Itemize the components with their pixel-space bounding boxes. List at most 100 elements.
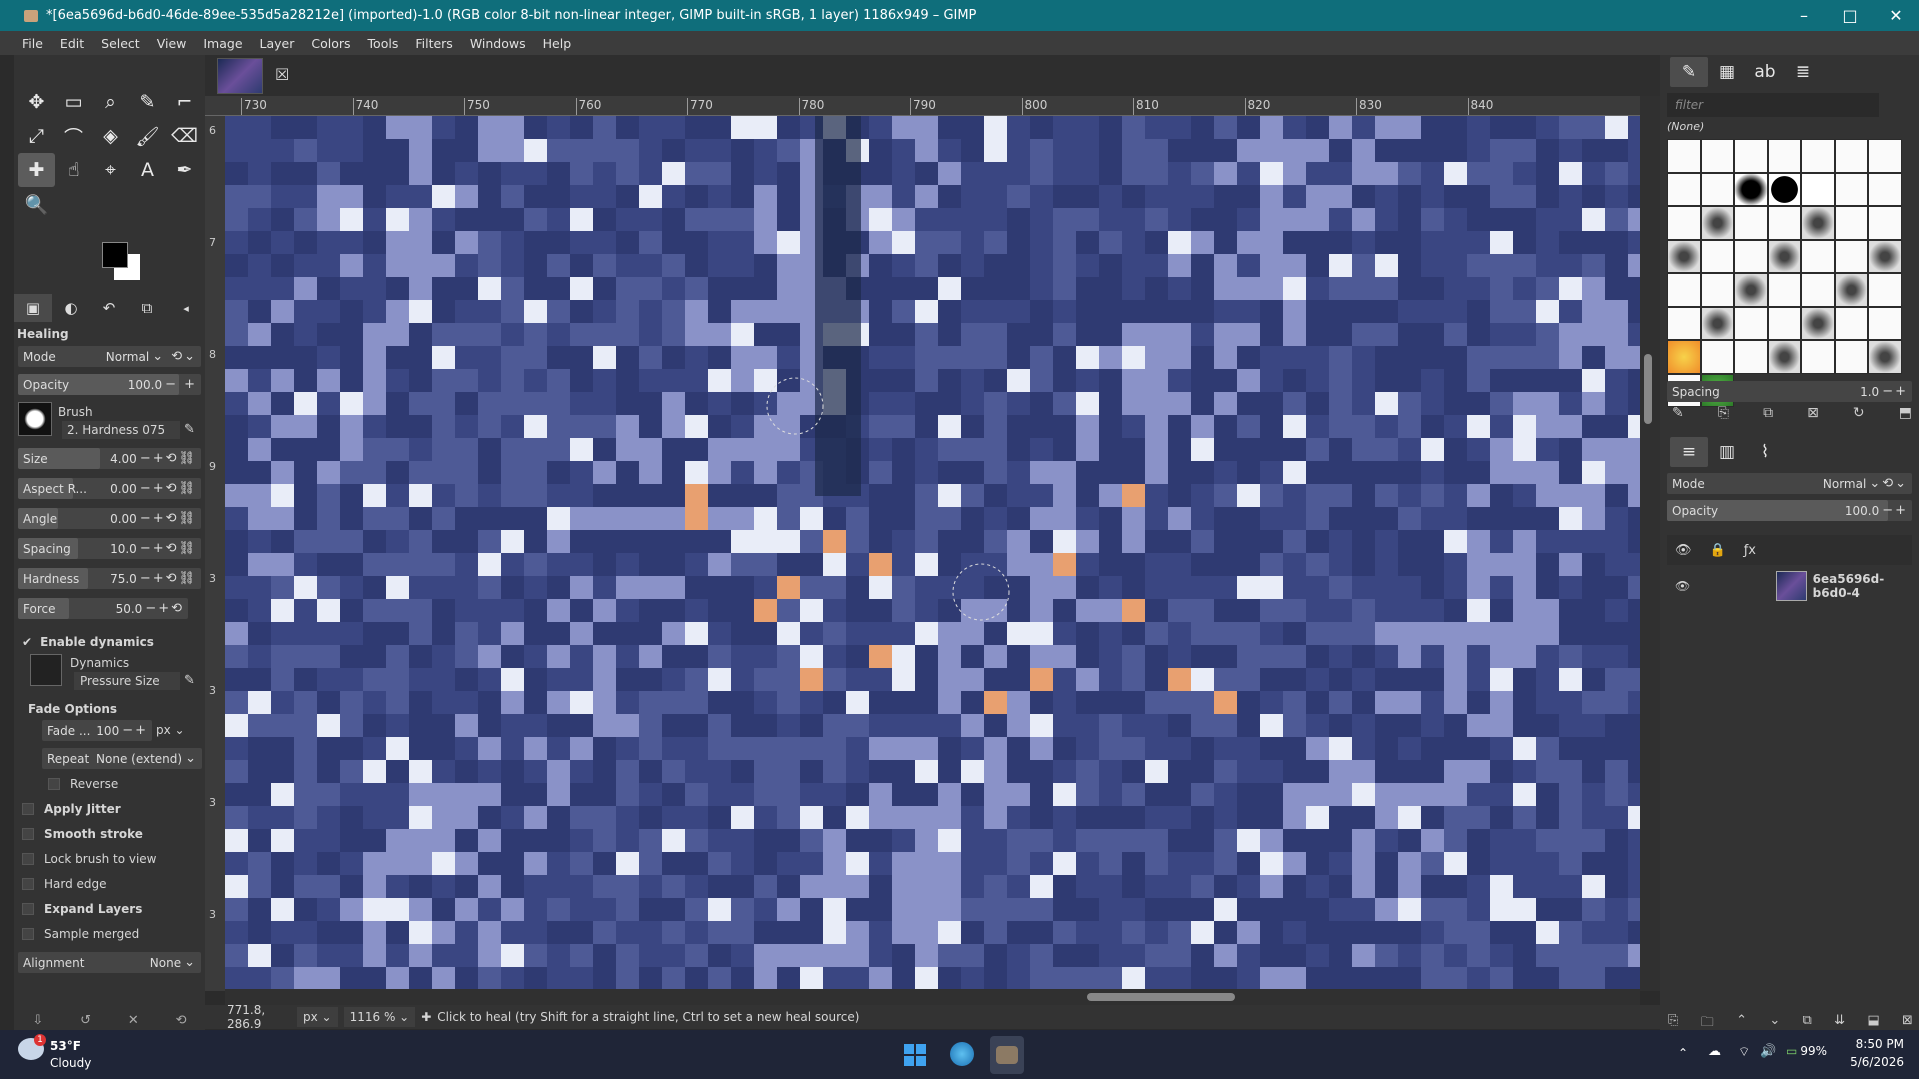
brush-swatch[interactable]: [1700, 206, 1734, 240]
menu-colors[interactable]: Colors: [311, 36, 350, 51]
hardness-slider[interactable]: Hardness 75.0 −+⟲⛓: [18, 568, 201, 589]
dynamics-preview-icon[interactable]: [30, 654, 62, 686]
warp-icon[interactable]: ⌒: [55, 119, 92, 153]
text-tool-icon[interactable]: A: [129, 153, 166, 187]
edit-brush-action-icon[interactable]: ✎: [1672, 405, 1684, 421]
new-brush-icon[interactable]: ⎘: [1718, 405, 1729, 421]
brush-swatch[interactable]: [1801, 172, 1835, 206]
menu-filters[interactable]: Filters: [415, 36, 452, 51]
spacing-slider[interactable]: Spacing 10.0 −+⟲⛓: [18, 538, 201, 559]
patterns-tab-icon[interactable]: ▦: [1708, 62, 1746, 82]
menu-edit[interactable]: Edit: [60, 36, 84, 51]
undo-history-tab-icon[interactable]: ↶: [90, 299, 128, 317]
eraser-icon[interactable]: ⌫: [166, 119, 203, 153]
close-button[interactable]: ✕: [1873, 0, 1919, 31]
brush-swatch[interactable]: [1868, 340, 1902, 374]
brushes-tab-icon[interactable]: ✎: [1670, 57, 1708, 87]
brush-swatch[interactable]: [1801, 306, 1835, 340]
brush-swatch[interactable]: [1767, 306, 1801, 340]
layer-mode-select[interactable]: Mode Normal ⌄⟲⌄: [1667, 473, 1912, 494]
weather-temp[interactable]: 53°F: [50, 1039, 81, 1053]
layers-tab-icon[interactable]: ≡: [1670, 437, 1708, 467]
opacity-slider[interactable]: Opacity 100.0 − +: [18, 374, 201, 395]
brush-swatch[interactable]: [1801, 239, 1835, 273]
expand-layers-checkbox[interactable]: Expand Layers: [22, 902, 142, 916]
brush-swatch[interactable]: [1700, 306, 1734, 340]
restore-options-icon[interactable]: ↺: [80, 1013, 91, 1029]
brush-swatch[interactable]: [1834, 139, 1868, 173]
weather-desc[interactable]: Cloudy: [50, 1056, 91, 1070]
brush-swatch[interactable]: [1767, 172, 1801, 206]
menu-layer[interactable]: Layer: [260, 36, 295, 51]
gimp-taskbar-icon[interactable]: [990, 1036, 1024, 1074]
crop-icon[interactable]: ⌐: [166, 85, 203, 119]
wifi-icon[interactable]: ⌔: [1738, 1044, 1750, 1060]
edit-dynamics-icon[interactable]: ✎: [184, 673, 195, 688]
clock-date[interactable]: 5/6/2026: [1850, 1055, 1904, 1069]
hard-edge-checkbox[interactable]: Hard edge: [22, 877, 107, 891]
brush-swatch[interactable]: [1767, 340, 1801, 374]
aspect-ratio-slider[interactable]: Aspect R... 0.00 −+⟲⛓: [18, 478, 201, 499]
vertical-scroll-thumb[interactable]: [1644, 354, 1652, 424]
panel-menu-icon[interactable]: ◂: [167, 302, 205, 315]
brush-swatch[interactable]: [1700, 340, 1734, 374]
images-tab-icon[interactable]: ⧉: [128, 299, 166, 317]
brush-preview[interactable]: [18, 402, 52, 436]
brush-swatch[interactable]: [1734, 239, 1768, 273]
brush-swatch[interactable]: [1801, 139, 1835, 173]
brush-swatch[interactable]: [1801, 273, 1835, 307]
brush-swatch[interactable]: [1667, 273, 1701, 307]
onedrive-icon[interactable]: ☁: [1708, 1044, 1721, 1059]
move-tool-icon[interactable]: ✥: [18, 85, 55, 119]
menu-help[interactable]: Help: [543, 36, 572, 51]
brush-swatch[interactable]: [1734, 340, 1768, 374]
brush-swatch[interactable]: [1767, 239, 1801, 273]
delete-options-icon[interactable]: ✕: [128, 1013, 139, 1029]
edit-brush-icon[interactable]: ✎: [184, 422, 195, 437]
enable-dynamics-checkbox[interactable]: ✔ Enable dynamics: [22, 635, 154, 649]
brush-swatch[interactable]: [1667, 139, 1701, 173]
brush-swatch[interactable]: [1868, 239, 1902, 273]
tool-options-tab-icon[interactable]: ▣: [14, 294, 52, 322]
apply-jitter-checkbox[interactable]: Apply Jitter: [22, 802, 121, 816]
alignment-select[interactable]: Alignment None ⌄: [18, 952, 201, 973]
smooth-stroke-checkbox[interactable]: Smooth stroke: [22, 827, 143, 841]
brush-swatch[interactable]: [1801, 206, 1835, 240]
force-slider[interactable]: Force 50.0 −+⟲: [18, 598, 188, 619]
repeat-select[interactable]: Repeat None (extend) ⌄: [42, 748, 202, 769]
layer-row[interactable]: 👁 6ea5696d-b6d0-4: [1667, 567, 1912, 605]
brush-swatch[interactable]: [1868, 273, 1902, 307]
windows-start-icon[interactable]: [904, 1044, 926, 1066]
brush-swatch[interactable]: [1667, 239, 1701, 273]
brush-swatch[interactable]: [1767, 206, 1801, 240]
brush-swatch[interactable]: [1834, 206, 1868, 240]
fg-bg-colors[interactable]: [86, 230, 146, 290]
open-as-image-icon[interactable]: ⬒: [1899, 405, 1912, 421]
transform-icon[interactable]: ⤢: [18, 119, 55, 153]
brush-swatch[interactable]: [1834, 239, 1868, 273]
menu-file[interactable]: File: [22, 36, 43, 51]
channels-tab-icon[interactable]: ▥: [1708, 442, 1746, 462]
heal-icon[interactable]: ✚: [18, 153, 55, 187]
foreground-color[interactable]: [102, 242, 128, 268]
duplicate-brush-icon[interactable]: ⧉: [1763, 405, 1773, 421]
refresh-brushes-icon[interactable]: ↻: [1853, 405, 1865, 421]
mode-select[interactable]: Mode Normal ⌄ ⟲⌄: [18, 346, 201, 367]
ruler-horizontal[interactable]: 730 740 750 760 770 780 790 800 810 820 830 840: [205, 96, 1660, 116]
menu-windows[interactable]: Windows: [470, 36, 526, 51]
brush-swatch[interactable]: [1700, 172, 1734, 206]
brush-swatch[interactable]: [1667, 340, 1701, 374]
paths-tab-icon[interactable]: ⌇: [1746, 442, 1784, 462]
brush-spacing-slider[interactable]: Spacing 1.0 −+: [1667, 381, 1912, 402]
brush-swatch[interactable]: [1801, 340, 1835, 374]
tray-chevron-icon[interactable]: ⌃: [1678, 1046, 1688, 1060]
zoom-icon[interactable]: 🔍: [18, 187, 55, 221]
brush-swatch[interactable]: [1700, 139, 1734, 173]
brush-swatch[interactable]: [1868, 206, 1902, 240]
brush-swatch[interactable]: [1734, 206, 1768, 240]
brush-swatch[interactable]: [1700, 239, 1734, 273]
menu-tools[interactable]: Tools: [368, 36, 399, 51]
size-slider[interactable]: Size 4.00 −+⟲⛓: [18, 448, 201, 469]
free-select-icon[interactable]: ⌕: [92, 85, 129, 119]
rect-select-icon[interactable]: ▭: [55, 85, 92, 119]
